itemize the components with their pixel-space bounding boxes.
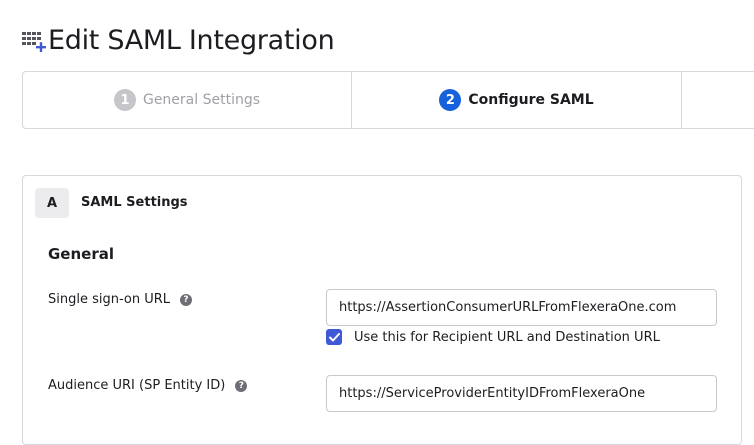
wizard-stepper: 1 General Settings 2 Configure SAML xyxy=(22,71,754,129)
checkmark-icon xyxy=(328,332,340,341)
audience-uri-label: Audience URI (SP Entity ID) ? xyxy=(48,378,248,393)
step-label: Configure SAML xyxy=(468,92,594,108)
step-general-settings[interactable]: 1 General Settings xyxy=(23,72,352,128)
sso-url-label-text: Single sign-on URL xyxy=(48,292,171,307)
step-number: 1 xyxy=(113,89,136,111)
saml-settings-panel: A SAML Settings General Single sign-on U… xyxy=(22,175,742,445)
step-next[interactable] xyxy=(682,72,754,128)
help-icon[interactable]: ? xyxy=(235,379,248,392)
sso-url-input[interactable] xyxy=(326,289,717,326)
panel-title: SAML Settings xyxy=(81,195,188,210)
audience-uri-input[interactable] xyxy=(326,375,717,412)
recipient-url-checkbox-label: Use this for Recipient URL and Destinati… xyxy=(354,329,660,345)
step-configure-saml[interactable]: 2 Configure SAML xyxy=(352,72,682,128)
step-label: General Settings xyxy=(142,92,261,108)
sso-url-label: Single sign-on URL ? xyxy=(48,292,193,307)
grid-plus-icon xyxy=(22,28,46,53)
page-title: Edit SAML Integration xyxy=(48,24,335,56)
recipient-url-checkbox-row[interactable]: Use this for Recipient URL and Destinati… xyxy=(326,329,660,345)
step-number: 2 xyxy=(439,89,462,111)
recipient-url-checkbox[interactable] xyxy=(326,329,342,345)
section-heading: General xyxy=(48,245,114,263)
help-icon[interactable]: ? xyxy=(180,293,193,306)
section-badge: A xyxy=(35,188,69,218)
page-header: Edit SAML Integration xyxy=(22,22,335,58)
audience-uri-label-text: Audience URI (SP Entity ID) xyxy=(48,378,226,393)
